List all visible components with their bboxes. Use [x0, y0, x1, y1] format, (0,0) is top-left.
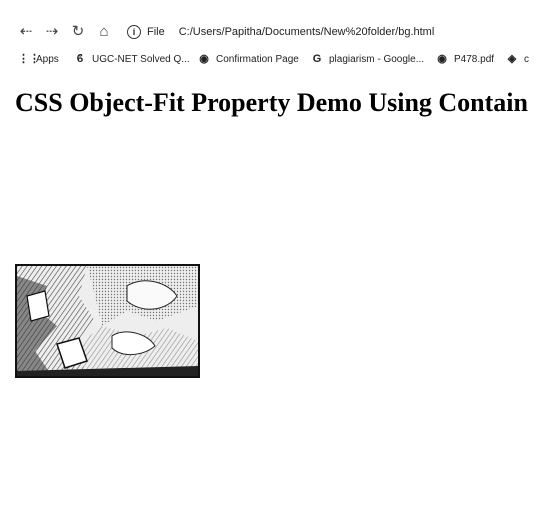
- bookmark-label: P478.pdf: [454, 54, 495, 65]
- bookmark-ugc-net[interactable]: ϐ UGC-NET Solved Q...: [74, 50, 190, 68]
- home-icon[interactable]: ⌂: [94, 20, 114, 44]
- google-icon: G: [312, 53, 322, 65]
- forward-arrow-icon[interactable]: ⇢: [42, 20, 62, 44]
- address-bar[interactable]: i File C:/Users/Papitha/Documents/New%20fo…: [127, 20, 434, 44]
- site-favicon-icon: ϐ: [76, 53, 84, 65]
- bookmark-confirmation-page[interactable]: ◉ Confirmation Page: [198, 50, 299, 68]
- bookmark-label: c: [524, 54, 529, 65]
- bookmark-p478-pdf[interactable]: ◉ P478.pdf: [436, 50, 494, 68]
- reload-icon[interactable]: ↻: [68, 20, 88, 44]
- bookmark-label: plagiarism - Google...: [329, 54, 425, 65]
- bookmark-label: Apps: [36, 54, 59, 65]
- back-arrow-icon[interactable]: ⇠: [16, 20, 36, 44]
- globe-icon: ◉: [199, 53, 209, 65]
- bookmark-label: UGC-NET Solved Q...: [92, 54, 190, 65]
- info-icon[interactable]: i: [127, 25, 141, 40]
- bookmark-plagiarism-google[interactable]: Gplagiarism - Google...: [311, 50, 424, 68]
- scene-image-graphic: [17, 266, 198, 376]
- apps-grid-icon: ⋮⋮: [18, 53, 40, 65]
- bookmarks-bar: ⋮⋮Apps ϐ UGC-NET Solved Q... ◉ Confirmatio…: [0, 48, 552, 70]
- favicon-icon: ◈: [507, 53, 517, 65]
- contained-image: [15, 264, 200, 378]
- bookmark-c[interactable]: ◈ c: [506, 50, 529, 68]
- bookmark-apps[interactable]: ⋮⋮Apps: [18, 50, 59, 68]
- browser-toolbar: ⇠ ⇢ ↻ ⌂ i File C:/Users/Papitha/Documents/…: [0, 18, 552, 46]
- page-title: CSS Object-Fit Property Demo Using Conta…: [15, 88, 528, 117]
- url-text[interactable]: C:/Users/Papitha/Documents/New%20folder/…: [179, 26, 435, 38]
- url-scheme-label: File: [147, 26, 165, 38]
- bookmark-label: Confirmation Page: [216, 54, 299, 65]
- globe-icon: ◉: [437, 53, 447, 65]
